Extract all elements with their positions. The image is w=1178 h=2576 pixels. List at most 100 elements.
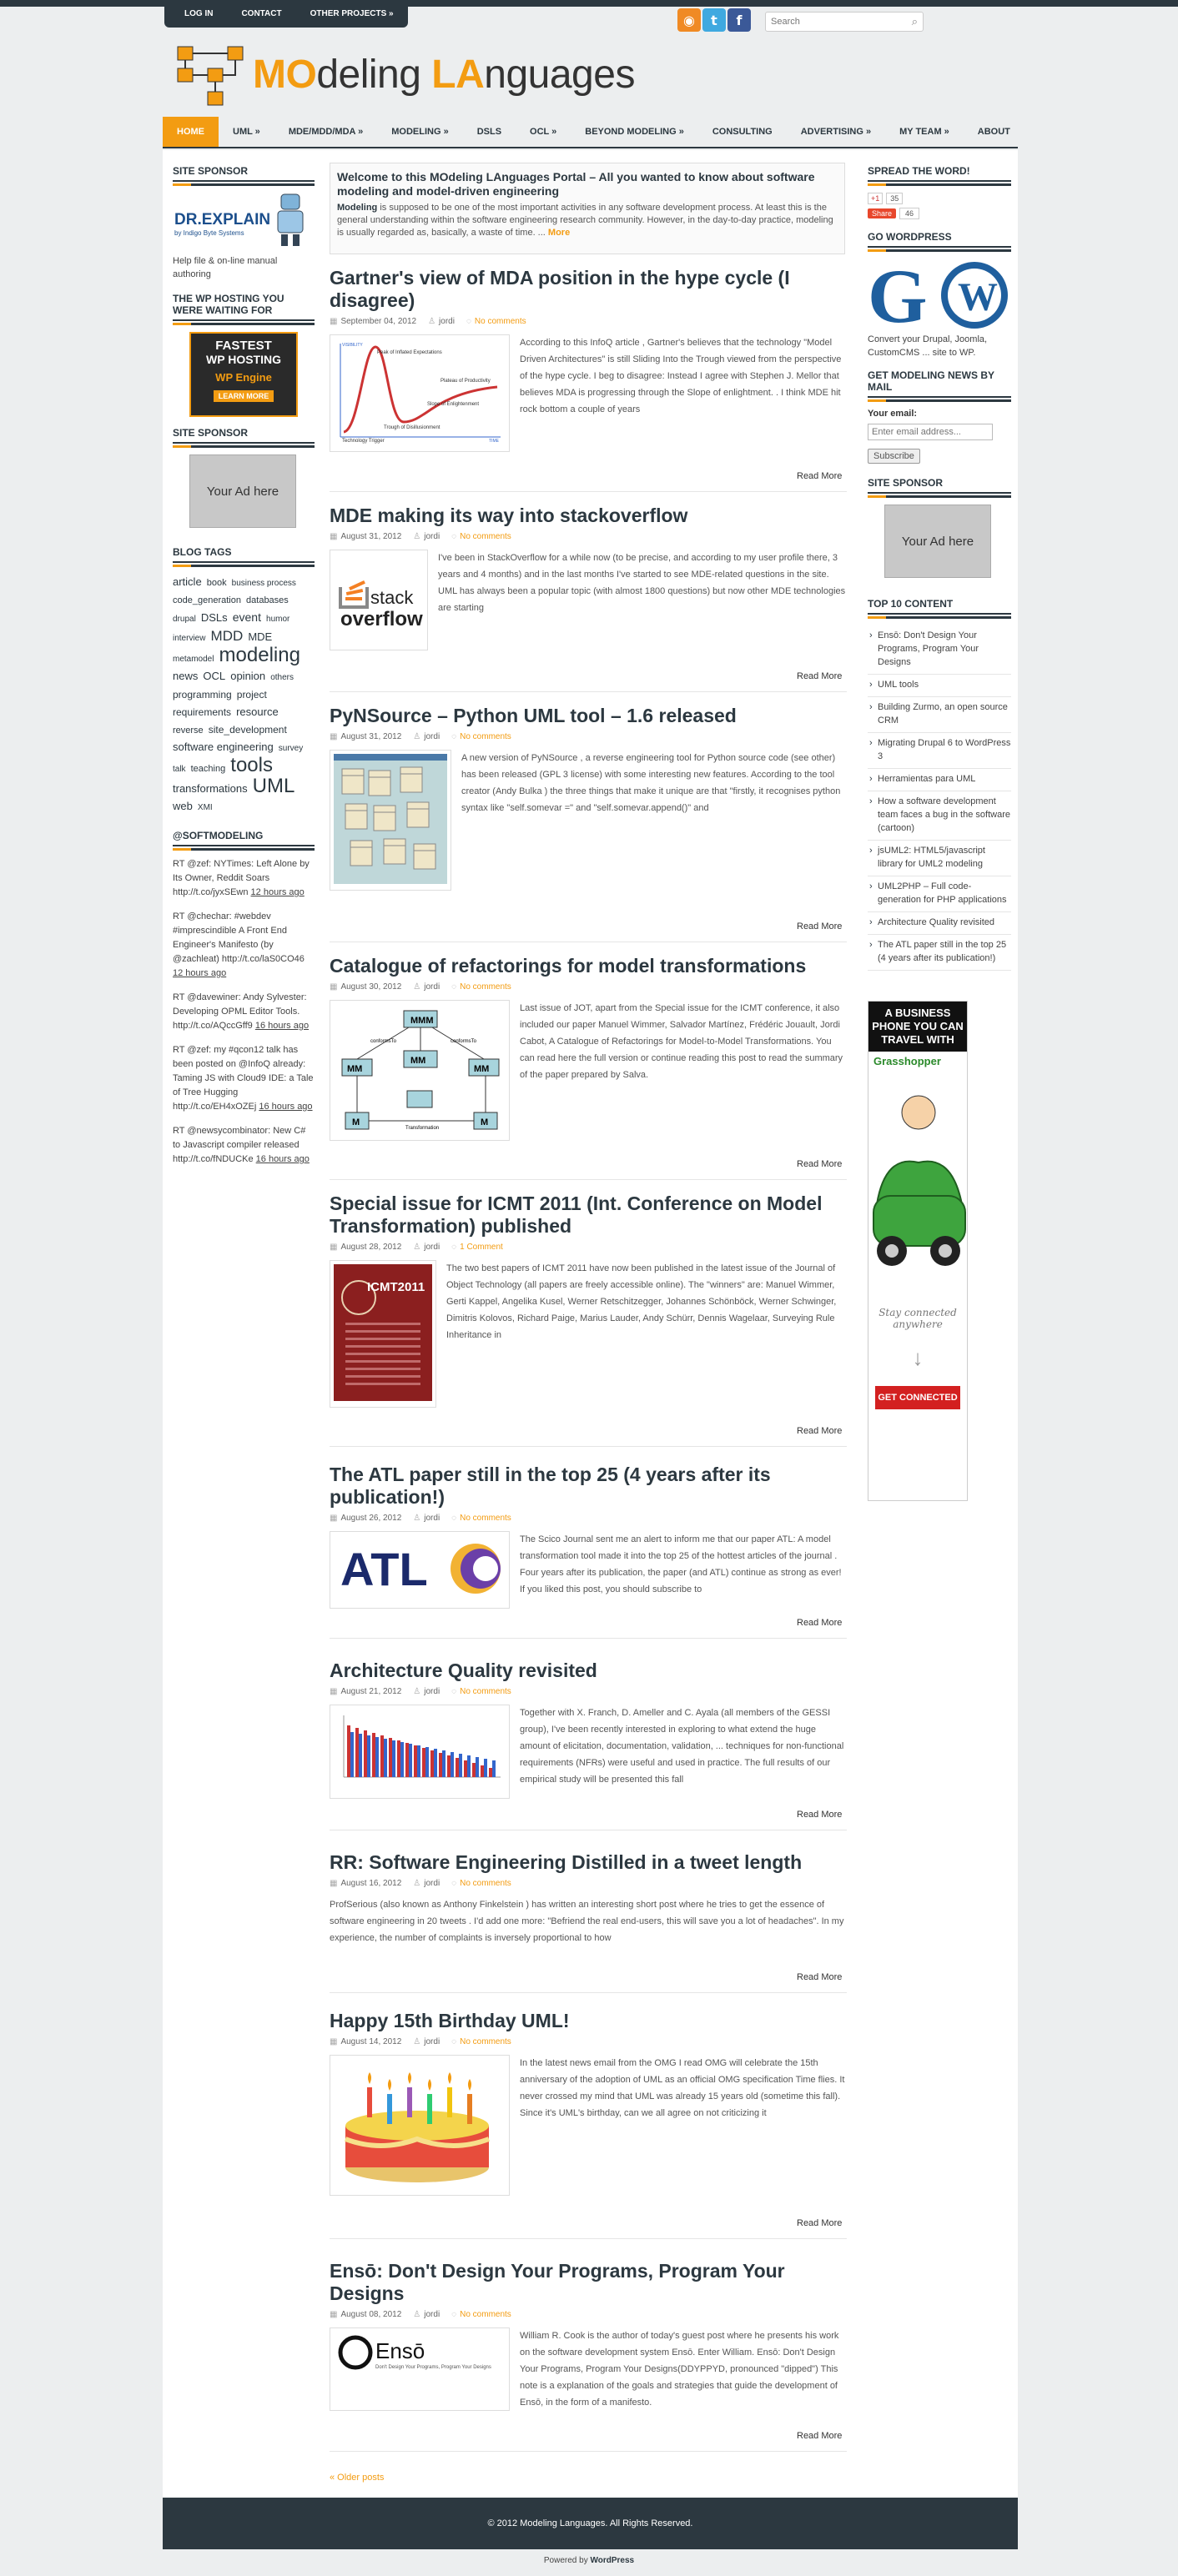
rss-icon[interactable]: ◉ — [677, 8, 701, 32]
post-comments-link[interactable]: No comments — [460, 982, 511, 992]
share-button[interactable]: Share — [868, 208, 897, 218]
post-title[interactable]: The ATL paper still in the top 25 (4 yea… — [330, 1464, 847, 1509]
top10-item[interactable]: Herramientas para UML — [868, 769, 1011, 791]
drexplain-ad[interactable]: DR.EXPLAIN by Indigo Byte Systems — [173, 193, 315, 249]
post-author[interactable]: jordi — [439, 317, 455, 326]
post-comments-link[interactable]: No comments — [460, 1514, 511, 1523]
search-icon[interactable]: ⌕ — [912, 15, 918, 28]
post-comments-link[interactable]: No comments — [460, 2037, 511, 2046]
tag-link[interactable]: opinion — [230, 670, 265, 682]
nav-advertising[interactable]: ADVERTISING » — [787, 117, 885, 147]
tag-link[interactable]: transformations — [173, 782, 248, 795]
tweet-time-link[interactable]: 12 hours ago — [251, 887, 305, 897]
nav-beyond-modeling[interactable]: BEYOND MODELING » — [571, 117, 698, 147]
tag-link[interactable]: metamodel — [173, 655, 214, 664]
post-author[interactable]: jordi — [424, 2310, 440, 2319]
tag-link[interactable]: interview — [173, 634, 205, 643]
nav-my-team[interactable]: MY TEAM » — [885, 117, 964, 147]
tag-link[interactable]: XMI — [198, 803, 213, 812]
post-thumbnail[interactable]: Ensō Don't Design Your Programs, Program … — [330, 2327, 510, 2411]
go-wordpress-logo-icon[interactable]: G W — [868, 254, 1011, 339]
twitter-icon[interactable]: t — [702, 8, 726, 32]
tag-link[interactable]: talk — [173, 765, 186, 774]
post-comments-link[interactable]: No comments — [475, 317, 526, 326]
post-comments-link[interactable]: No comments — [460, 2310, 511, 2319]
post-title[interactable]: MDE making its way into stackoverflow — [330, 505, 847, 527]
post-comments-link[interactable]: No comments — [460, 532, 511, 541]
nav-mde[interactable]: MDE/MDD/MDA » — [274, 117, 377, 147]
learn-more-button[interactable]: LEARN MORE — [213, 390, 274, 402]
post-thumbnail[interactable]: stack overflow — [330, 550, 428, 650]
post-thumbnail[interactable]: ATL — [330, 1531, 510, 1609]
login-link[interactable]: LOG IN — [173, 9, 224, 18]
post-thumbnail[interactable]: MMM MM MM MM M MconformsTo conformsTo Transform… — [330, 1000, 510, 1141]
tag-link[interactable]: survey — [279, 744, 303, 753]
post-thumbnail[interactable] — [330, 1705, 510, 1799]
post-title[interactable]: RR: Software Engineering Distilled in a … — [330, 1851, 847, 1874]
tag-link[interactable]: site_development — [209, 724, 287, 736]
post-author[interactable]: jordi — [424, 982, 440, 992]
tag-link[interactable]: tools — [230, 754, 273, 776]
post-comments-link[interactable]: No comments — [460, 1687, 511, 1696]
post-thumbnail[interactable]: ICMT2011 — [330, 1260, 436, 1408]
tag-link[interactable]: OCL — [203, 670, 225, 682]
tag-link[interactable]: MDD — [211, 628, 244, 644]
post-author[interactable]: jordi — [424, 732, 440, 741]
tweet-time-link[interactable]: 16 hours ago — [256, 1154, 310, 1164]
tag-link[interactable]: programming — [173, 689, 232, 700]
ad-placeholder[interactable]: Your Ad here — [189, 454, 296, 528]
tweet-time-link[interactable]: 16 hours ago — [255, 1021, 309, 1031]
tag-link[interactable]: article — [173, 575, 202, 588]
tag-link[interactable]: modeling — [219, 644, 300, 666]
top10-item[interactable]: UML tools — [868, 675, 1011, 697]
wpengine-ad[interactable]: FASTEST WP HOSTING WP Engine LEARN MORE — [189, 332, 298, 417]
post-title[interactable]: Special issue for ICMT 2011 (Int. Confer… — [330, 1193, 847, 1238]
post-author[interactable]: jordi — [424, 1514, 440, 1523]
tag-link[interactable]: MDE — [248, 630, 272, 643]
top10-item[interactable]: Architecture Quality revisited — [868, 912, 1011, 935]
other-projects-link[interactable]: OTHER PROJECTS » — [299, 9, 405, 18]
post-author[interactable]: jordi — [424, 1243, 440, 1252]
top10-item[interactable]: UML2PHP – Full code-generation for PHP a… — [868, 876, 1011, 912]
tag-link[interactable]: humor — [266, 615, 289, 624]
post-author[interactable]: jordi — [424, 1687, 440, 1696]
tag-link[interactable]: news — [173, 670, 198, 682]
tag-link[interactable]: business process — [232, 579, 296, 588]
email-input[interactable] — [868, 424, 993, 440]
subscribe-button[interactable]: Subscribe — [868, 449, 920, 464]
tag-link[interactable]: web — [173, 800, 193, 812]
post-author[interactable]: jordi — [424, 2037, 440, 2046]
top10-item[interactable]: jsUML2: HTML5/javascript library for UML… — [868, 841, 1011, 876]
nav-home[interactable]: HOME — [163, 117, 219, 147]
nav-consulting[interactable]: CONSULTING — [698, 117, 787, 147]
read-more-link[interactable]: Read More — [797, 1618, 1009, 1628]
post-comments-link[interactable]: 1 Comment — [460, 1243, 503, 1252]
gplus-button[interactable]: +1 — [868, 193, 884, 204]
facebook-icon[interactable]: f — [727, 8, 751, 32]
tag-link[interactable]: software engineering — [173, 741, 274, 753]
post-comments-link[interactable]: No comments — [460, 732, 511, 741]
top10-item[interactable]: Ensō: Don't Design Your Programs, Progra… — [868, 625, 1011, 675]
tag-link[interactable]: others — [270, 673, 294, 682]
read-more-link[interactable]: Read More — [797, 2431, 1009, 2441]
nav-dsls[interactable]: DSLS — [463, 117, 516, 147]
tag-link[interactable]: project — [237, 689, 267, 700]
welcome-more-link[interactable]: More — [548, 228, 570, 238]
search-input[interactable] — [771, 17, 912, 27]
site-logo[interactable]: MOdeling LAnguages — [173, 43, 707, 110]
wordpress-link[interactable]: WordPress — [590, 2556, 634, 2565]
nav-uml[interactable]: UML » — [219, 117, 274, 147]
tag-link[interactable]: DSLs — [201, 611, 228, 624]
grasshopper-ad[interactable]: A BUSINESS PHONE YOU CAN TRAVEL WITH Gra… — [868, 1001, 968, 1501]
post-title[interactable]: PyNSource – Python UML tool – 1.6 releas… — [330, 705, 847, 727]
post-author[interactable]: jordi — [424, 532, 440, 541]
contact-link[interactable]: CONTACT — [229, 9, 293, 18]
nav-modeling[interactable]: MODELING » — [377, 117, 462, 147]
post-title[interactable]: Ensō: Don't Design Your Programs, Progra… — [330, 2260, 847, 2305]
tag-link[interactable]: databases — [246, 595, 289, 605]
tag-link[interactable]: requirements — [173, 706, 231, 718]
tag-link[interactable]: UML — [253, 775, 295, 797]
post-thumbnail[interactable] — [330, 750, 451, 891]
tag-link[interactable]: event — [233, 610, 261, 624]
post-comments-link[interactable]: No comments — [460, 1879, 511, 1888]
